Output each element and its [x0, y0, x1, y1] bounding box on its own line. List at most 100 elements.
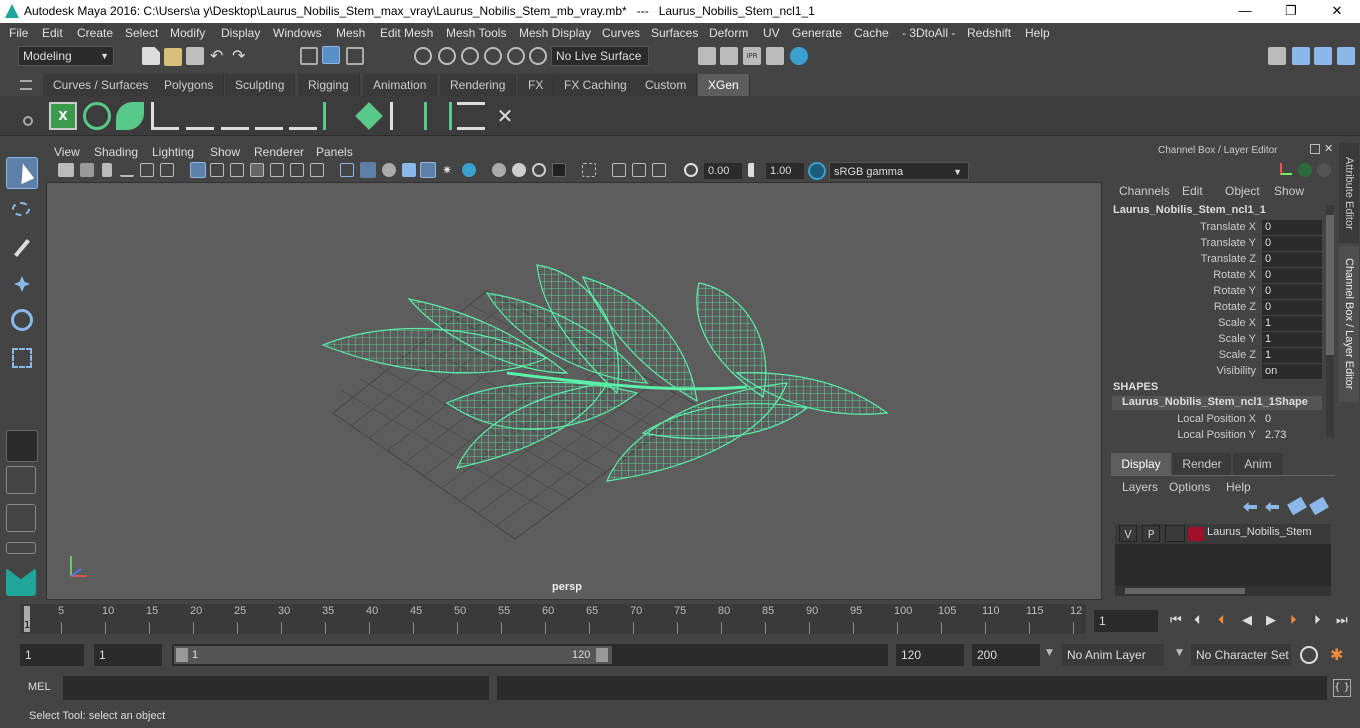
range-end-handle[interactable]	[596, 648, 608, 662]
menu-mesh-tools[interactable]: Mesh Tools	[446, 26, 506, 40]
attr-value-rotate-x[interactable]: 0	[1262, 268, 1322, 283]
create-layer-from-selected-icon[interactable]	[1309, 496, 1329, 516]
layer-color-swatch[interactable]	[1188, 527, 1204, 541]
menu-uv[interactable]: UV	[763, 26, 780, 40]
menu-deform[interactable]: Deform	[709, 26, 748, 40]
step-back-key-icon[interactable]: ⏴	[1218, 612, 1225, 630]
xray-joints-icon[interactable]	[632, 163, 646, 177]
character-set-dropdown[interactable]: No Character Set	[1191, 644, 1291, 666]
attr-value-rotate-z[interactable]: 0	[1262, 300, 1322, 315]
lasso-tool-icon[interactable]	[6, 196, 38, 228]
menu-mesh[interactable]: Mesh	[336, 26, 365, 40]
chevron-down-icon[interactable]: ▼	[1046, 648, 1053, 658]
anim-layer-dropdown[interactable]: No Anim Layer	[1062, 644, 1164, 666]
menu-generate[interactable]: Generate	[792, 26, 842, 40]
snap-to-surface-icon[interactable]	[507, 47, 525, 65]
animation-preferences-icon[interactable]: ✱	[1330, 646, 1348, 664]
viewport-menu-renderer[interactable]: Renderer	[254, 145, 304, 159]
lights-icon[interactable]: ✷	[442, 163, 456, 177]
shelf-tab-rigging[interactable]: Rigging	[298, 74, 360, 96]
viewport-menu-lighting[interactable]: Lighting	[152, 145, 194, 159]
shelf-tab-curves-surfaces[interactable]: Curves / Surfaces	[43, 74, 160, 96]
gamma-icon[interactable]	[748, 163, 760, 177]
layout-toggle-icon[interactable]	[6, 542, 36, 554]
shelf-tab-rendering[interactable]: Rendering	[440, 74, 517, 96]
step-forward-key-icon[interactable]: ⏵	[1290, 612, 1297, 630]
hypershade-icon[interactable]	[790, 47, 808, 65]
perspective-viewport[interactable]: persp	[46, 182, 1102, 600]
move-layer-up-icon[interactable]	[1243, 502, 1257, 512]
shelf-tab-polygons[interactable]: Polygons	[154, 74, 225, 96]
range-slider-bar[interactable]	[174, 646, 612, 664]
menu-display[interactable]: Display	[221, 26, 260, 40]
attr-value-visibility[interactable]: on	[1262, 364, 1322, 379]
viewport-menu-shading[interactable]: Shading	[94, 145, 138, 159]
channel-menu-object[interactable]: Object	[1225, 184, 1260, 198]
smooth-shade-icon[interactable]	[360, 162, 376, 178]
go-to-end-icon[interactable]: ⏭	[1336, 612, 1348, 630]
redo-icon[interactable]: ↷	[232, 47, 250, 65]
close-button[interactable]: ✕	[1314, 0, 1360, 23]
anti-aliasing-icon[interactable]	[532, 163, 546, 177]
four-view-layout-icon[interactable]	[6, 466, 36, 494]
menu-file[interactable]: File	[9, 26, 28, 40]
attr-value-translate-z[interactable]: 0	[1262, 252, 1322, 267]
close-panel-icon[interactable]: ✕	[1324, 142, 1333, 155]
snap-to-curve-icon[interactable]	[438, 47, 456, 65]
attr-value-local-position-x[interactable]: 0	[1262, 412, 1322, 427]
ipr-render-icon[interactable]: IPR	[743, 47, 761, 65]
select-tool-icon[interactable]	[6, 157, 38, 189]
wireframe-on-shaded-icon[interactable]	[402, 163, 416, 177]
viewport-menu-panels[interactable]: Panels	[316, 145, 353, 159]
command-input[interactable]	[63, 676, 489, 700]
xray-icon[interactable]	[612, 163, 626, 177]
chevron-down-icon[interactable]: ▼	[1176, 648, 1183, 658]
bookmark-icon[interactable]	[102, 163, 112, 177]
xgen-delete-guide-icon[interactable]: ✕	[491, 102, 519, 130]
isolate-select-icon[interactable]	[582, 163, 596, 177]
layer-tab-anim[interactable]: Anim	[1233, 453, 1283, 475]
select-by-component-icon[interactable]	[346, 47, 364, 65]
menu-edit-mesh[interactable]: Edit Mesh	[380, 26, 433, 40]
step-forward-frame-icon[interactable]: ⏵	[1314, 612, 1321, 630]
paint-select-tool-icon[interactable]	[6, 232, 38, 264]
default-material-icon[interactable]	[382, 163, 396, 177]
scale-tool-icon[interactable]	[6, 342, 38, 374]
float-panel-icon[interactable]	[1310, 144, 1320, 154]
menu-create[interactable]: Create	[77, 26, 113, 40]
maximize-button[interactable]: ❐	[1268, 0, 1314, 23]
layer-name[interactable]: Laurus_Nobilis_Stem	[1207, 526, 1312, 538]
camera-icon[interactable]	[58, 163, 74, 177]
move-tool-icon[interactable]	[6, 268, 38, 300]
layer-playback-toggle[interactable]: P	[1142, 525, 1160, 542]
motion-blur-icon[interactable]	[512, 163, 526, 177]
step-back-frame-icon[interactable]: ⏴	[1194, 612, 1201, 630]
attr-value-translate-y[interactable]: 0	[1262, 236, 1322, 251]
menu-3dtoall[interactable]: - 3DtoAll -	[902, 26, 955, 40]
xgen-add-guide-icon[interactable]	[221, 102, 249, 130]
menu-help[interactable]: Help	[1025, 26, 1050, 40]
object-name[interactable]: Laurus_Nobilis_Stem_ncl1_1	[1113, 204, 1266, 216]
select-by-hierarchy-icon[interactable]	[300, 47, 318, 65]
laurus-nobilis-stem-mesh[interactable]	[321, 264, 889, 482]
shape-name[interactable]: Laurus_Nobilis_Stem_ncl1_1Shape	[1112, 396, 1322, 410]
select-by-object-icon[interactable]	[322, 46, 340, 64]
menu-curves[interactable]: Curves	[602, 26, 640, 40]
depth-of-field-icon[interactable]	[552, 163, 566, 177]
animation-start-field[interactable]: 1	[20, 644, 84, 666]
shelf-menu-icon[interactable]	[20, 80, 32, 90]
viewport-menu-show[interactable]: Show	[210, 145, 240, 159]
xgen-editor-icon[interactable]: X	[49, 102, 77, 130]
xgen-place-guides-icon[interactable]	[186, 102, 214, 130]
gamma-field[interactable]: 1.00	[766, 163, 804, 179]
make-live-icon[interactable]	[529, 47, 547, 65]
layer-tab-display[interactable]: Display	[1111, 453, 1171, 475]
save-scene-icon[interactable]	[186, 47, 204, 65]
menu-windows[interactable]: Windows	[273, 26, 322, 40]
attr-value-scale-z[interactable]: 1	[1262, 348, 1322, 363]
animation-end-field[interactable]: 200	[972, 644, 1040, 666]
range-slider[interactable]: 1 120	[172, 644, 888, 666]
mode-selector[interactable]: Modeling ▼	[18, 46, 114, 66]
grid-toggle-icon[interactable]	[190, 162, 206, 178]
layer-tab-render[interactable]: Render	[1173, 453, 1231, 475]
